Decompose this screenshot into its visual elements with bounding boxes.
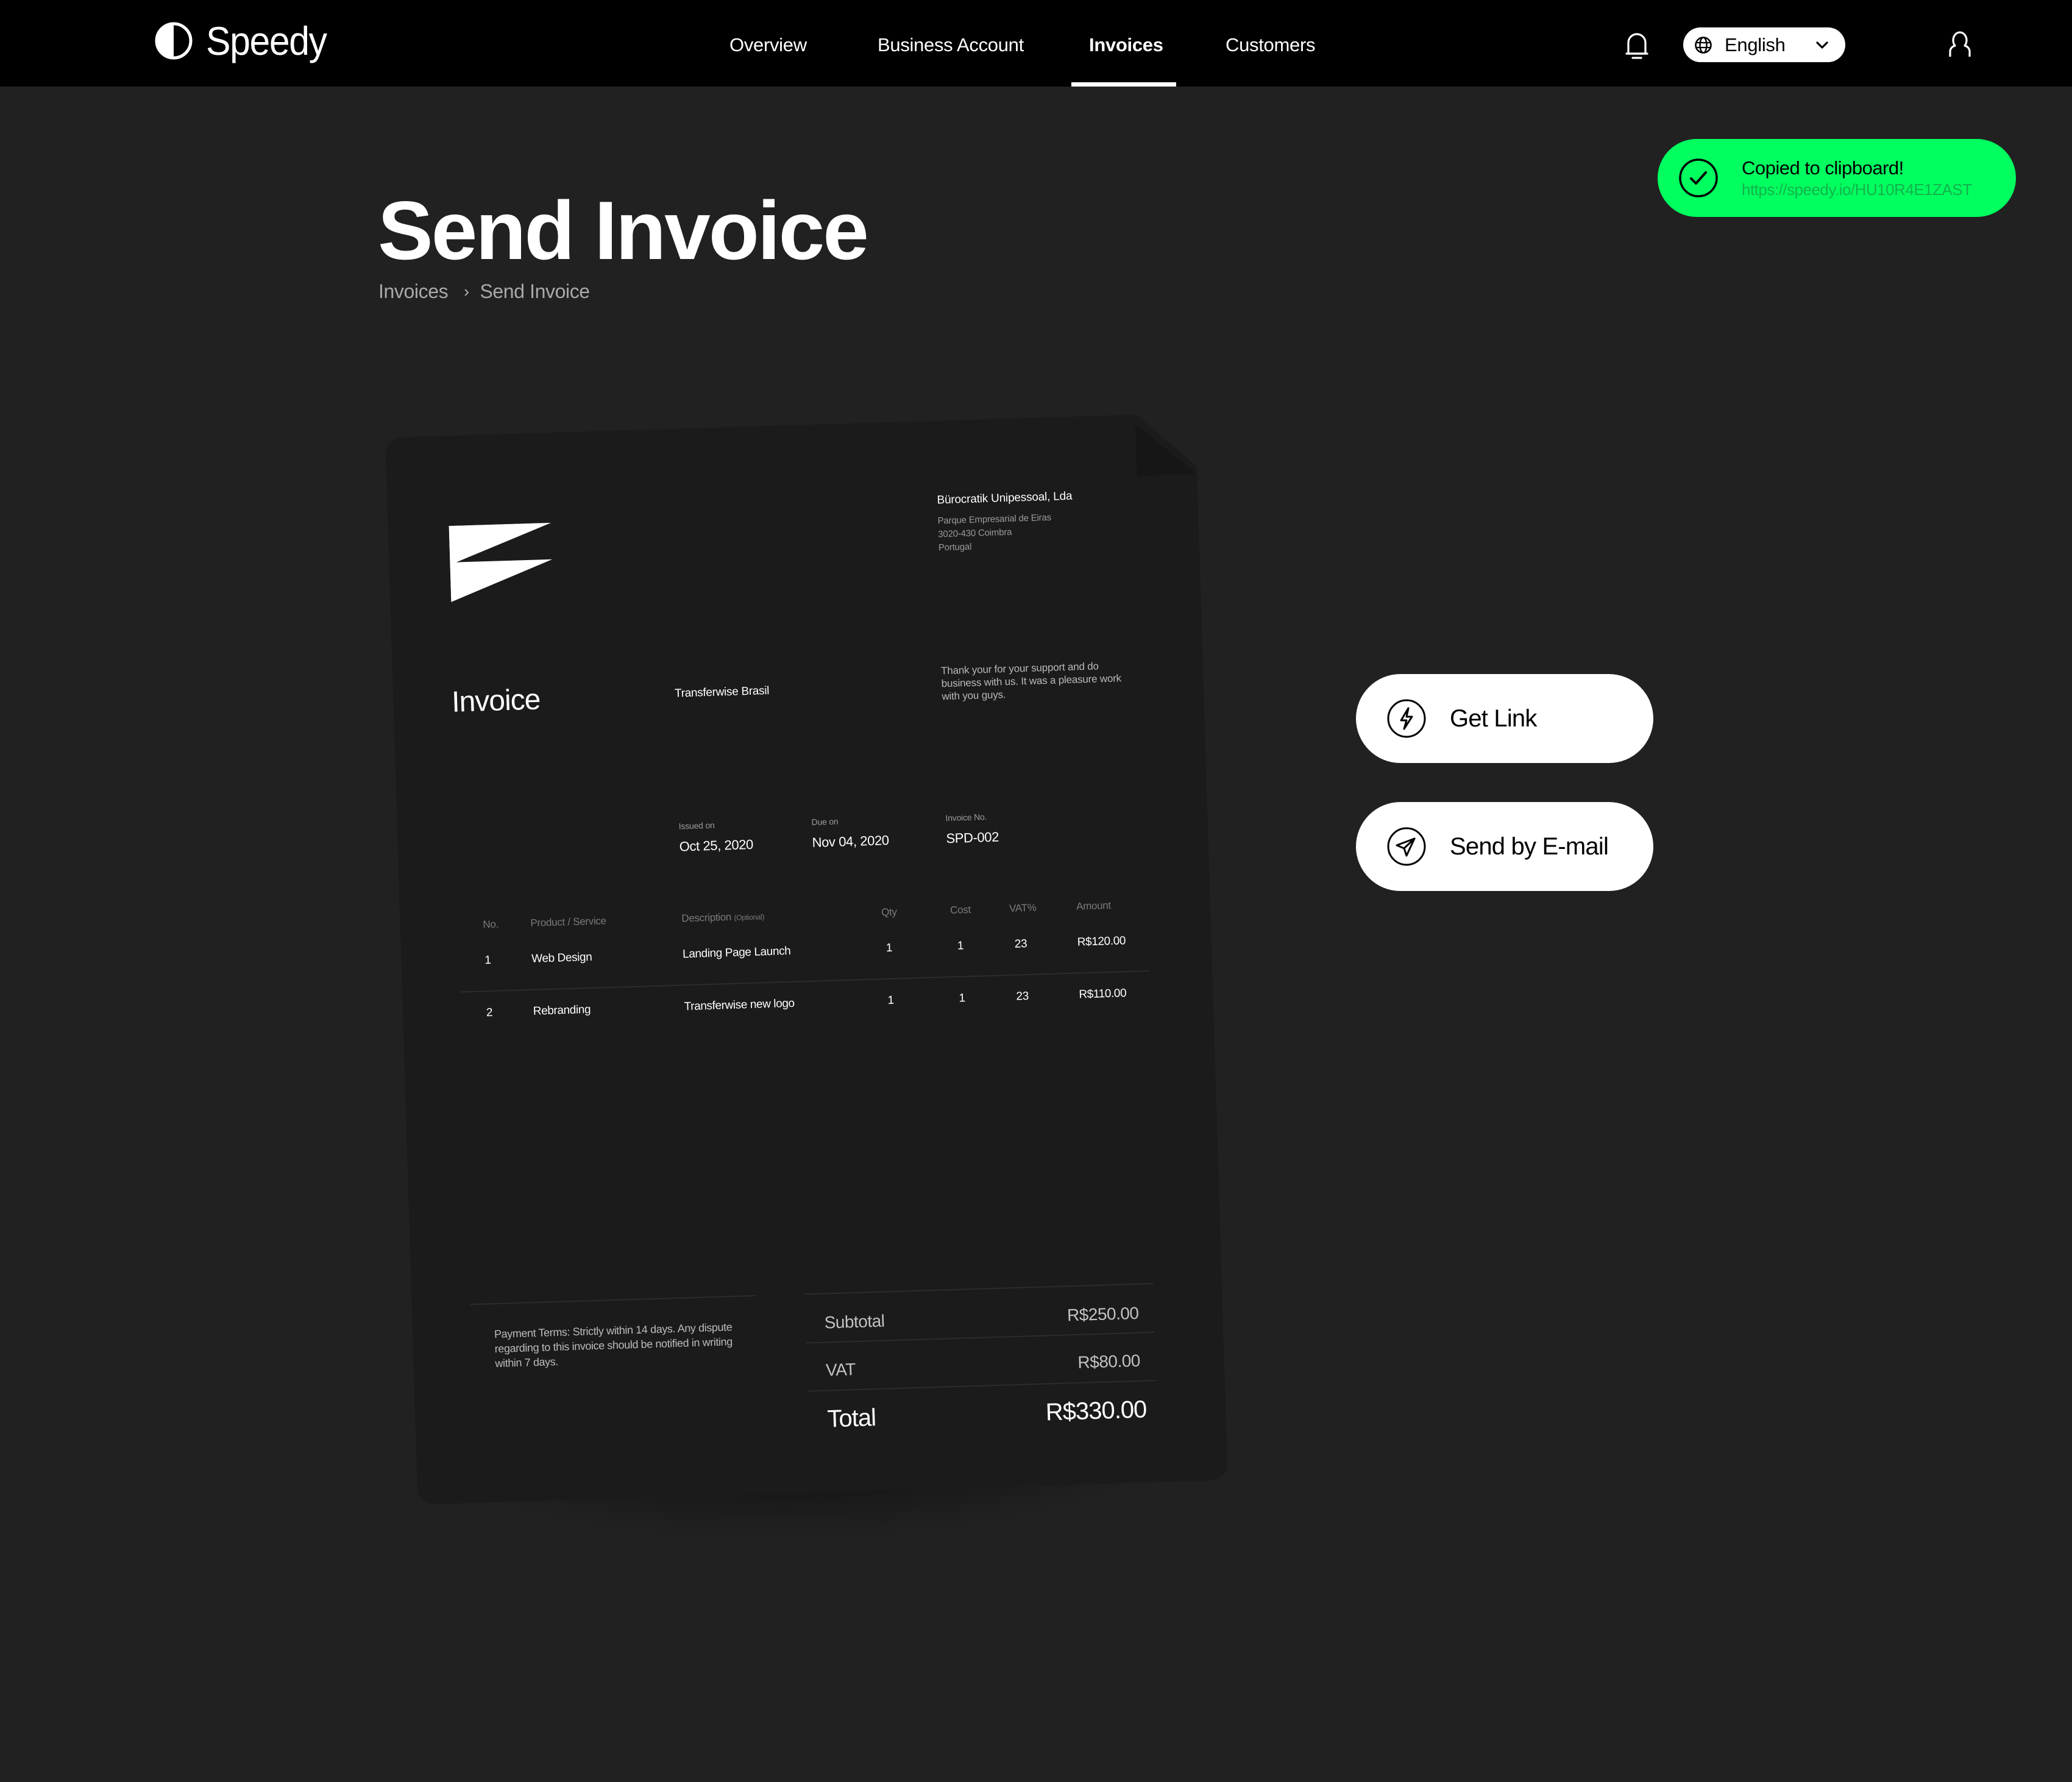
language-selector[interactable]: English	[1683, 27, 1845, 62]
issuer-name: Bürocratik Unipessoal, Lda	[937, 489, 1073, 507]
row-vat: 23	[1016, 990, 1029, 1003]
issuer-address-line: Parque Empresarial de Eiras	[937, 512, 1052, 527]
check-circle-icon	[1679, 158, 1718, 197]
col-header-no: No.	[483, 918, 499, 931]
row-description: Transferwise new logo	[684, 996, 795, 1013]
total-label: Total	[826, 1404, 876, 1433]
globe-icon	[1695, 36, 1712, 54]
total-value: R$330.00	[1045, 1396, 1147, 1426]
vat-value: R$80.00	[1077, 1351, 1141, 1372]
terms-divider	[470, 1295, 756, 1305]
user-icon[interactable]	[1948, 29, 1972, 57]
send-email-button[interactable]: Send by E-mail	[1356, 802, 1653, 891]
invoice-client: Transferwise Brasil	[674, 684, 770, 700]
col-header-vat: VAT%	[1009, 901, 1037, 915]
vat-label: VAT	[825, 1360, 856, 1380]
get-link-label: Get Link	[1450, 705, 1537, 732]
issued-label: Issued on	[678, 820, 715, 831]
subtotal-value: R$250.00	[1066, 1303, 1139, 1325]
breadcrumb-current: Send Invoice	[480, 280, 590, 302]
language-label: English	[1725, 34, 1786, 55]
row-product: Web Design	[531, 951, 592, 966]
col-header-product: Product / Service	[530, 915, 607, 929]
row-cost: 1	[959, 992, 966, 1005]
breadcrumb: Invoices › Send Invoice	[378, 280, 590, 303]
invoice-heading: Invoice	[451, 683, 541, 719]
company-logo-icon	[449, 523, 553, 602]
row-qty: 1	[887, 993, 895, 1007]
issuer-address-line: Portugal	[938, 541, 972, 553]
send-icon	[1387, 827, 1426, 866]
col-header-description-hint: (Optional)	[734, 912, 765, 922]
active-nav-indicator	[1071, 82, 1176, 87]
row-no: 2	[486, 1006, 493, 1020]
due-label: Due on	[811, 816, 839, 827]
row-amount: R$120.00	[1077, 934, 1126, 949]
send-email-label: Send by E-mail	[1450, 832, 1609, 860]
row-amount: R$110.00	[1079, 987, 1127, 1001]
col-header-amount: Amount	[1076, 899, 1112, 912]
table-row: 1 Web Design Landing Page Launch 1 1 23 …	[385, 413, 1195, 438]
lightning-icon	[1387, 699, 1426, 738]
brand[interactable]: Speedy	[155, 21, 337, 61]
summary-divider	[806, 1332, 1155, 1343]
summary-divider	[807, 1380, 1156, 1391]
invoice-number: SPD-002	[946, 829, 999, 847]
chevron-down-icon	[1816, 41, 1828, 49]
col-header-qty: Qty	[881, 906, 897, 918]
row-description: Landing Page Launch	[682, 945, 791, 961]
col-header-description: Description (Optional)	[681, 910, 764, 925]
breadcrumb-separator-icon: ›	[464, 282, 469, 300]
page-title: Send Invoice	[378, 184, 869, 277]
brand-name: Speedy	[206, 18, 327, 63]
toast-link[interactable]: https://speedy.io/HU10R4E1ZAST	[1742, 180, 1972, 199]
get-link-button[interactable]: Get Link	[1356, 674, 1653, 763]
invoice-preview: Bürocratik Unipessoal, Lda Parque Empres…	[385, 413, 1228, 1505]
row-cost: 1	[957, 939, 964, 953]
top-navigation-bar: Speedy Overview Business Account Invoice…	[0, 0, 2072, 87]
nav-item-customers[interactable]: Customers	[1226, 34, 1315, 56]
clipboard-toast: Copied to clipboard! https://speedy.io/H…	[1658, 139, 2016, 217]
nav-item-business-account[interactable]: Business Account	[878, 34, 1024, 56]
due-date: Nov 04, 2020	[812, 832, 890, 850]
row-qty: 1	[885, 941, 893, 955]
issuer-address-line: 3020-430 Coimbra	[938, 527, 1012, 540]
summary-divider	[804, 1283, 1153, 1294]
row-product: Rebranding	[533, 1003, 591, 1018]
col-header-description-label: Description	[681, 911, 732, 925]
speedy-logo-icon	[155, 22, 193, 60]
bell-icon[interactable]	[1625, 30, 1649, 60]
subtotal-label: Subtotal	[824, 1311, 885, 1332]
row-no: 1	[484, 954, 491, 967]
row-divider	[461, 970, 1149, 993]
row-vat: 23	[1014, 937, 1027, 951]
table-row: 2 Rebranding Transferwise new logo 1 1 2…	[385, 413, 1195, 438]
issued-date: Oct 25, 2020	[679, 836, 754, 854]
invoice-note: Thank your for your support and do busin…	[940, 660, 1122, 703]
breadcrumb-invoices[interactable]: Invoices	[378, 280, 449, 303]
col-header-cost: Cost	[949, 904, 971, 917]
toast-title: Copied to clipboard!	[1742, 157, 1904, 179]
nav-item-invoices[interactable]: Invoices	[1089, 34, 1163, 56]
nav-item-overview[interactable]: Overview	[729, 34, 807, 56]
payment-terms: Payment Terms: Strictly within 14 days. …	[494, 1321, 733, 1370]
folded-corner-icon	[1135, 424, 1196, 477]
invoice-number-label: Invoice No.	[945, 812, 987, 823]
